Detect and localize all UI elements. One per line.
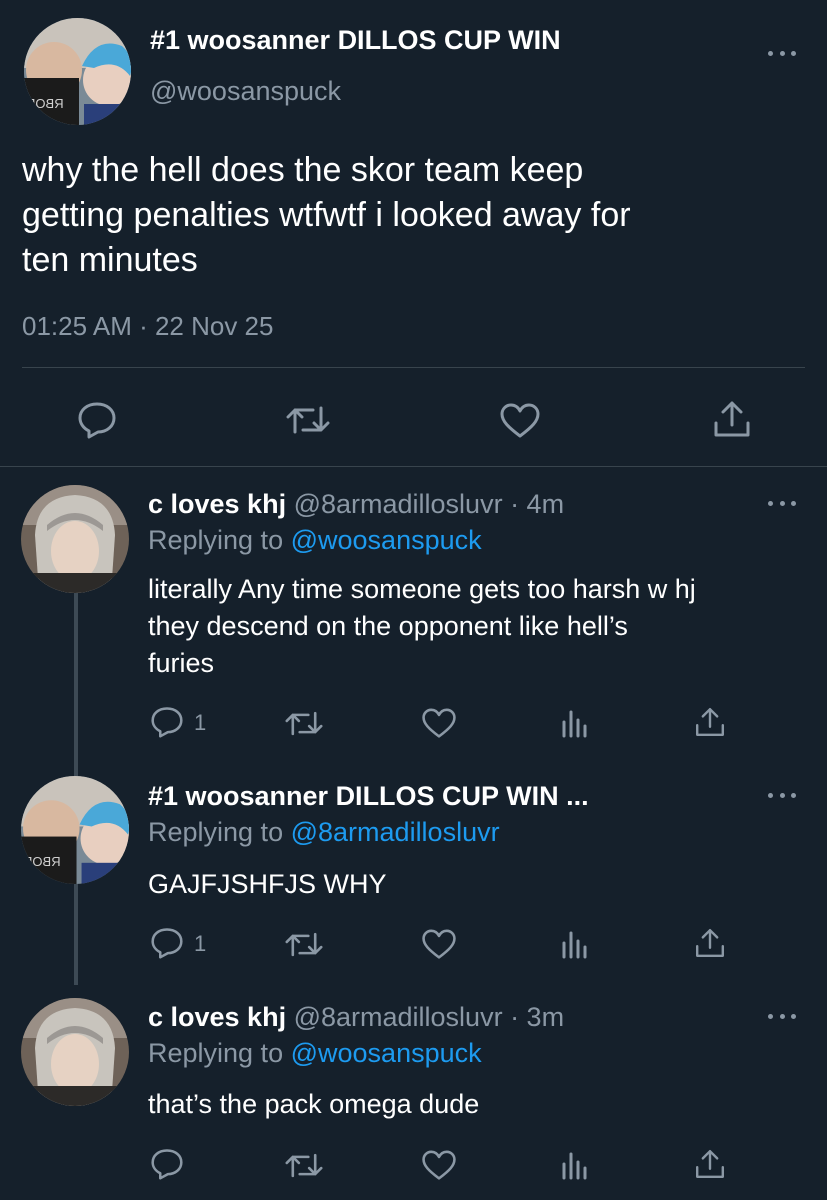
reply-display-name[interactable]: c loves khj xyxy=(148,1002,286,1032)
divider xyxy=(22,367,805,368)
main-tweet-text-line: getting penalties wtfwtf i looked away f… xyxy=(22,196,631,234)
reply-display-name[interactable]: c loves khj xyxy=(148,489,286,519)
replying-to: Replying to @8armadillosluvr xyxy=(148,817,500,848)
analytics-icon[interactable] xyxy=(560,708,588,738)
retweet-icon[interactable] xyxy=(286,402,330,438)
main-tweet-text-line: why the hell does the skor team keep xyxy=(22,151,584,189)
heart-icon[interactable] xyxy=(421,929,457,960)
share-icon[interactable] xyxy=(694,927,726,959)
reply-icon[interactable] xyxy=(77,401,117,439)
reply-header: #1 woosanner DILLOS CUP WIN ... xyxy=(148,781,589,812)
divider xyxy=(0,466,827,467)
share-icon[interactable] xyxy=(694,1148,726,1180)
reply-header: c loves khj @8armadillosluvr · 3m xyxy=(148,1002,564,1033)
replying-to-link[interactable]: @8armadillosluvr xyxy=(291,817,500,847)
reply-header: c loves khj @8armadillosluvr · 4m xyxy=(148,489,564,520)
share-icon[interactable] xyxy=(694,706,726,738)
reply-count: 1 xyxy=(194,931,207,956)
main-tweet-handle[interactable]: @woosanspuck xyxy=(150,76,341,107)
reply-avatar[interactable] xyxy=(21,485,129,593)
reply-icon[interactable] xyxy=(150,1148,184,1180)
avatar-shirt-text: RBOD xyxy=(23,854,61,869)
avatar-shirt-text: RBOD xyxy=(26,96,64,111)
replying-to: Replying to @woosanspuck xyxy=(148,1038,482,1069)
replying-label: Replying to xyxy=(148,525,284,555)
main-tweet-more-icon[interactable] xyxy=(768,48,796,58)
replying-to-link[interactable]: @woosanspuck xyxy=(291,1038,482,1068)
reply-text-line: literally Any time someone gets too hars… xyxy=(148,574,696,604)
reply-text-line: they descend on the opponent like hell’s xyxy=(148,611,628,641)
heart-icon[interactable] xyxy=(421,1150,457,1181)
reply-more-icon[interactable] xyxy=(768,498,796,508)
heart-icon[interactable] xyxy=(421,708,457,739)
replying-label: Replying to xyxy=(148,817,284,847)
reply-display-name[interactable]: #1 woosanner DILLOS CUP WIN ... xyxy=(148,781,589,811)
reply-text-line: furies xyxy=(148,648,215,678)
share-icon[interactable] xyxy=(712,399,752,439)
heart-icon[interactable] xyxy=(499,403,541,439)
reply-text: literally Any time someone gets too hars… xyxy=(148,571,696,682)
retweet-icon[interactable] xyxy=(285,929,323,960)
reply-icon[interactable] xyxy=(150,927,184,959)
main-tweet-avatar[interactable]: RBOD xyxy=(24,18,131,125)
reply-count: 1 xyxy=(194,710,207,735)
analytics-icon[interactable] xyxy=(560,1150,588,1180)
main-tweet-timestamp[interactable]: 01:25 AM · 22 Nov 25 xyxy=(22,311,273,342)
reply-handle-time[interactable]: @8armadillosluvr · 3m xyxy=(294,1002,564,1032)
retweet-icon[interactable] xyxy=(285,708,323,739)
reply-text: that’s the pack omega dude xyxy=(148,1086,479,1123)
analytics-icon[interactable] xyxy=(560,929,588,959)
replying-to-link[interactable]: @woosanspuck xyxy=(291,525,482,555)
retweet-icon[interactable] xyxy=(285,1150,323,1181)
reply-avatar[interactable] xyxy=(21,998,129,1106)
reply-more-icon[interactable] xyxy=(768,790,796,800)
main-tweet-text-line: ten minutes xyxy=(22,241,198,279)
main-tweet-display-name[interactable]: #1 woosanner DILLOS CUP WIN xyxy=(150,25,561,56)
reply-text-line: that’s the pack omega dude xyxy=(148,1089,480,1119)
reply-handle-time[interactable]: @8armadillosluvr · 4m xyxy=(294,489,564,519)
main-tweet-text: why the hell does the skor team keep get… xyxy=(22,148,631,283)
reply-icon[interactable] xyxy=(150,706,184,738)
reply-more-icon[interactable] xyxy=(768,1011,796,1021)
replying-label: Replying to xyxy=(148,1038,284,1068)
replying-to: Replying to @woosanspuck xyxy=(148,525,482,556)
reply-text: GAJFJSHFJS WHY xyxy=(148,866,387,903)
reply-text-line: GAJFJSHFJS WHY xyxy=(148,869,387,899)
reply-avatar[interactable]: RBOD xyxy=(21,776,129,884)
